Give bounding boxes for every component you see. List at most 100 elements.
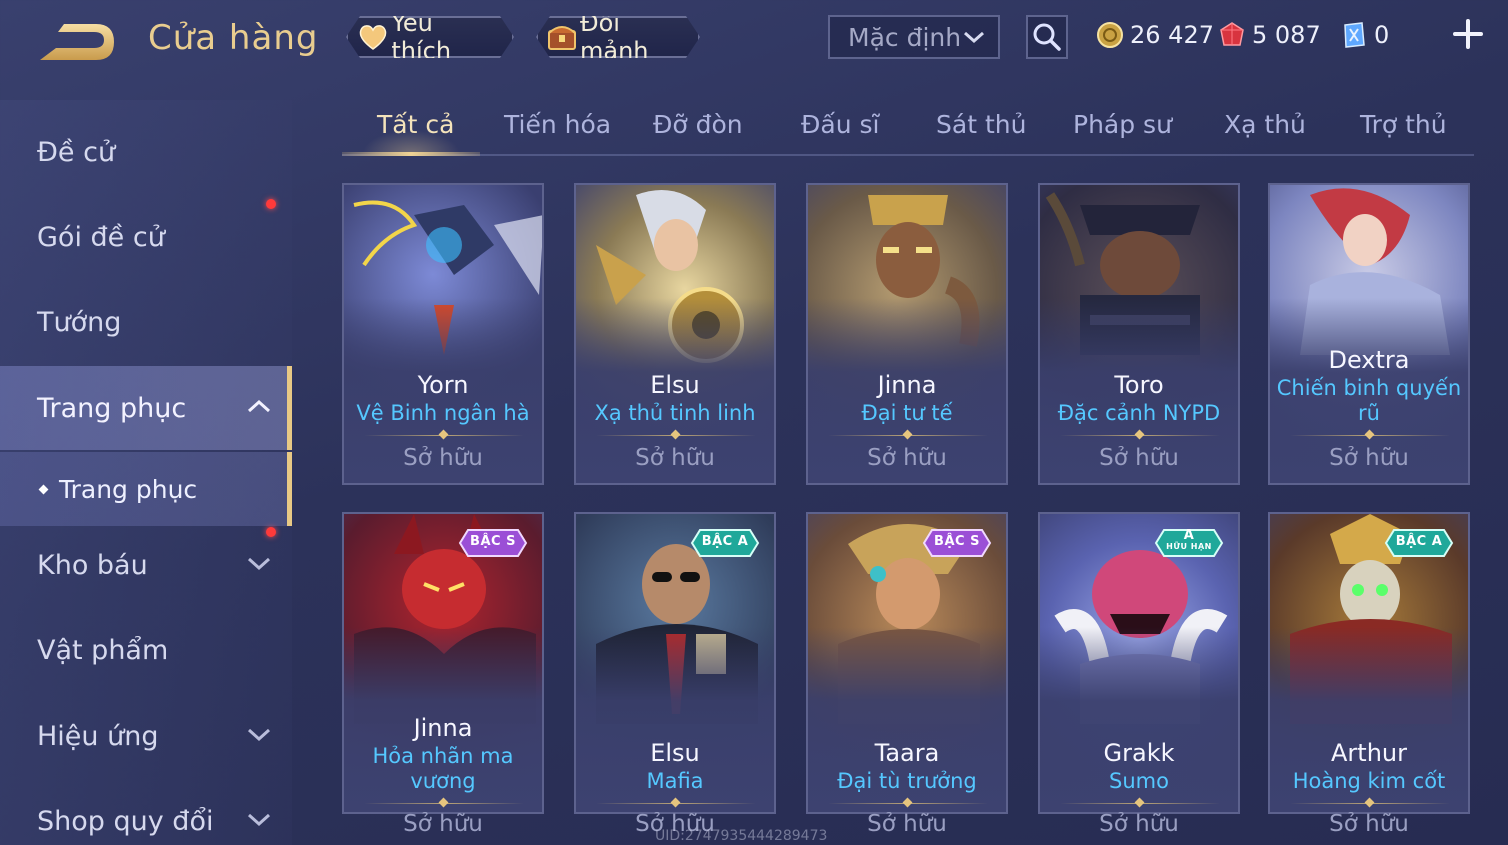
card-divider [1060, 435, 1220, 436]
tab-tank[interactable]: Đỡ đòn [653, 110, 743, 139]
skin-card[interactable]: BẬC S Jinna Hỏa nhãn ma vương [342, 512, 544, 814]
badge-label: BẬC A [701, 534, 749, 549]
hero-name: Taara [874, 739, 940, 767]
card-divider [1290, 435, 1450, 436]
skin-card[interactable]: Toro Đặc cảnh NYPD Sở hữu [1038, 183, 1240, 485]
favorites-label: Yêu thích [391, 9, 452, 65]
tab-all[interactable]: Tất cả [377, 110, 454, 139]
exchange-fragments-button[interactable]: Đổi mảnh [536, 16, 700, 58]
owned-status: Sở hữu [867, 445, 947, 471]
hero-name: Jinna [413, 714, 473, 742]
limited-a-badge: A HỮU HẠN [1154, 528, 1224, 558]
skin-card[interactable]: A HỮU HẠN Grakk Sumo [1038, 512, 1240, 814]
skin-name: Hỏa nhãn ma vương [372, 744, 514, 793]
hero-name: Elsu [650, 371, 700, 399]
voucher-balance: 0 [1340, 17, 1389, 53]
skin-name: Đại tù trưởng [837, 769, 977, 793]
skin-card[interactable]: BẬC S Taara Đại tù trưởng [806, 512, 1008, 814]
tab-support[interactable]: Trợ thủ [1360, 110, 1447, 139]
hero-name: Elsu [650, 739, 700, 767]
skin-name: Sumo [1109, 769, 1169, 793]
sidebar-item-featured[interactable]: Đề cử [0, 110, 292, 194]
sidebar-item-label: Hiệu ứng [37, 720, 159, 752]
card-divider [1060, 803, 1220, 804]
card-divider [1290, 803, 1450, 804]
sidebar-subitem-label: Trang phục [59, 474, 198, 504]
owned-status: Sở hữu [867, 811, 947, 837]
card-divider [364, 803, 524, 804]
favorites-button[interactable]: Yêu thích [346, 16, 514, 58]
exchange-fragments-label: Đổi mảnh [580, 9, 649, 65]
gold-balance: 26 427 [1096, 17, 1214, 53]
tier-a-badge: BẬC A [690, 528, 760, 558]
notification-dot [266, 199, 276, 209]
badge-label: A [1183, 528, 1195, 543]
tab-mage[interactable]: Pháp sư [1073, 110, 1172, 139]
badge-label: BẬC S [934, 534, 980, 549]
sidebar-item-heroes[interactable]: Tướng [0, 280, 292, 364]
tab-fighter[interactable]: Đấu sĩ [801, 110, 879, 139]
tier-s-badge: BẬC S [922, 528, 992, 558]
notification-dot [266, 527, 276, 537]
sidebar-item-skins[interactable]: Trang phục [0, 366, 292, 450]
search-button[interactable] [1026, 15, 1068, 59]
hero-name: Arthur [1331, 739, 1407, 767]
tab-assassin[interactable]: Sát thủ [936, 110, 1026, 139]
role-tabs: Tất cả Tiến hóa Đỡ đòn Đấu sĩ Sát thủ Ph… [342, 100, 1474, 156]
skin-card[interactable]: Dextra Chiến binh quyến rũ Sở hữu [1268, 183, 1470, 485]
chevron-down-icon [247, 813, 271, 827]
chevron-up-icon [247, 399, 271, 413]
hero-name: Grakk [1103, 739, 1175, 767]
hero-name: Toro [1114, 371, 1164, 399]
tab-evolution[interactable]: Tiến hóa [504, 110, 611, 139]
skin-card[interactable]: BẬC A Elsu Mafia [574, 512, 776, 814]
plus-icon[interactable] [1450, 16, 1486, 52]
owned-status: Sở hữu [1329, 811, 1409, 837]
sort-value: Mặc định [848, 22, 962, 52]
card-divider [364, 435, 524, 436]
diamond-bullet-icon [38, 484, 49, 494]
sidebar-item-treasure[interactable]: Kho báu [0, 523, 292, 607]
sidebar-item-label: Trang phục [37, 392, 187, 424]
gold-value: 26 427 [1130, 21, 1214, 49]
owned-status: Sở hữu [403, 445, 483, 471]
skin-name: Hoàng kim cốt [1292, 769, 1446, 793]
sidebar-item-label: Kho báu [37, 549, 148, 581]
badge-label: BẬC S [470, 534, 516, 549]
tab-marksman[interactable]: Xạ thủ [1224, 110, 1306, 139]
skin-card[interactable]: Yorn Vệ Binh ngân hà Sở hữu [342, 183, 544, 485]
card-divider [596, 435, 756, 436]
skin-card[interactable]: Jinna Đại tư tế Sở hữu [806, 183, 1008, 485]
sidebar-item-items[interactable]: Vật phẩm [0, 608, 292, 692]
search-icon [1033, 23, 1061, 51]
owned-status: Sở hữu [403, 811, 483, 837]
sidebar-item-label: Vật phẩm [37, 634, 169, 666]
sidebar-subitem-skins[interactable]: Trang phục [0, 452, 292, 526]
sidebar-item-label: Gói đề cử [37, 221, 165, 253]
chevron-down-icon [247, 557, 271, 571]
sort-dropdown[interactable]: Mặc định [828, 15, 1000, 59]
owned-status: Sở hữu [1329, 445, 1409, 471]
sidebar-item-effects[interactable]: Hiệu ứng [0, 694, 292, 778]
back-arrow-icon[interactable] [36, 20, 118, 64]
card-divider [596, 803, 756, 804]
sidebar-item-label: Shop quy đổi [37, 805, 214, 837]
skin-name: Vệ Binh ngân hà [356, 401, 530, 425]
owned-status: Sở hữu [1099, 445, 1179, 471]
skin-card[interactable]: BẬC A Arthur Hoàng kim cốt [1268, 512, 1470, 814]
skin-name: Đại tư tế [861, 401, 953, 425]
heart-icon [356, 20, 389, 54]
gold-coin-icon [1096, 21, 1124, 49]
sidebar-item-exchange-shop[interactable]: Shop quy đổi [0, 779, 292, 845]
skin-name: Đặc cảnh NYPD [1057, 401, 1221, 425]
treasure-chest-icon [546, 20, 578, 54]
badge-sublabel: HỮU HẠN [1166, 542, 1212, 551]
ruby-balance: 5 087 [1218, 17, 1321, 53]
sidebar-item-label: Tướng [37, 306, 122, 338]
card-divider [828, 435, 988, 436]
sidebar-item-bundles[interactable]: Gói đề cử [0, 195, 292, 279]
hero-name: Dextra [1328, 346, 1410, 374]
skin-name: Xạ thủ tinh linh [594, 401, 756, 425]
badge-label: BẬC A [1395, 534, 1443, 549]
skin-card[interactable]: Elsu Xạ thủ tinh linh Sở hữu [574, 183, 776, 485]
